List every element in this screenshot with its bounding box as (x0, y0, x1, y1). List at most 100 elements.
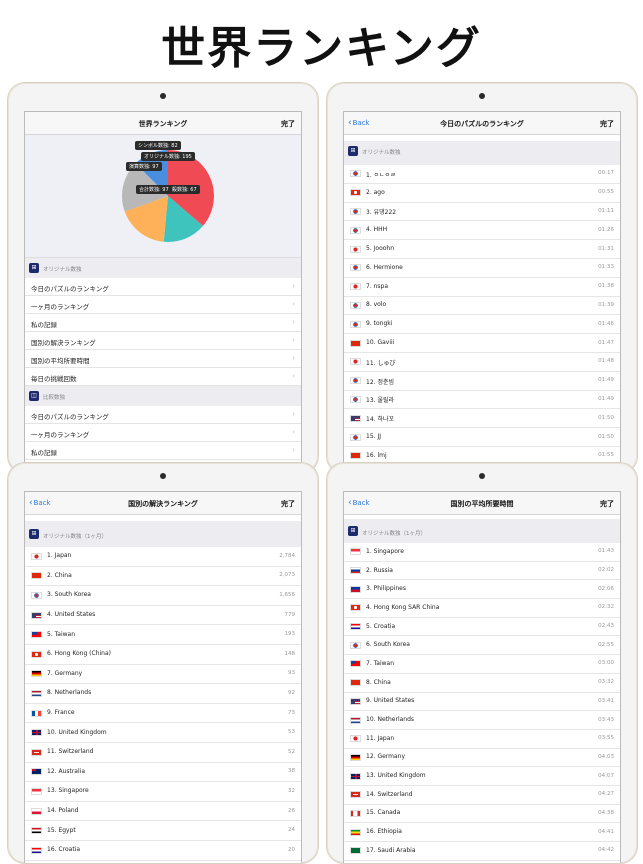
flag-icon (350, 548, 361, 556)
ranking-row[interactable]: 2. China 2,073 (25, 567, 301, 587)
section-header: ⊞ オリジナル数独（1ヶ月） (25, 521, 301, 547)
ranking-row[interactable]: 3. 유댕222 01:11 (344, 203, 620, 222)
ranking-row[interactable]: 11. しゅび 01:48 (344, 353, 620, 372)
ranking-name: 8. volo (366, 301, 387, 309)
ranking-row[interactable]: 15. JJ 01:50 (344, 428, 620, 447)
ranking-row[interactable]: 9. tongki 01:46 (344, 315, 620, 335)
ranking-row[interactable]: 6. Hermione 01:33 (344, 259, 620, 278)
ranking-value: 03:55 (598, 735, 614, 742)
flag-icon (31, 572, 42, 580)
ranking-name: 1. ㅇㄴㅇㄹ (366, 171, 396, 179)
flag-icon (350, 735, 361, 743)
ranking-row[interactable]: 12. Germany 04:03 (344, 749, 620, 768)
ranking-row[interactable]: 3. Philippines 02:06 (344, 580, 620, 600)
ranking-value: 04:42 (598, 847, 614, 854)
ranking-row[interactable]: 13. United Kingdom 04:07 (344, 767, 620, 786)
ranking-row[interactable]: 1. ㅇㄴㅇㄹ 00:17 (344, 165, 620, 184)
ranking-row[interactable]: 11. Switzerland 52 (25, 743, 301, 763)
ranking-row[interactable]: 7. Germany 93 (25, 665, 301, 685)
menu-item[interactable]: 一ヶ月のランキング › (25, 424, 301, 442)
ranking-row[interactable]: 6. South Korea 02:55 (344, 636, 620, 656)
flag-icon (31, 650, 42, 658)
ranking-name: 11. Japan (366, 734, 395, 742)
menu-item[interactable]: 今日のパズルのランキング › (25, 406, 301, 424)
section-header: ⊞ オリジナル数独 (344, 141, 620, 165)
ranking-row[interactable]: 10. Gaviii 01:47 (344, 334, 620, 353)
ranking-row[interactable]: 14. 하나꼬 01:50 (344, 409, 620, 429)
done-button[interactable]: 完了 (600, 119, 614, 129)
ranking-value: 52 (288, 748, 295, 755)
menu-list-original: 今日のパズルのランキング › 一ヶ月のランキング › 私の記録 › 国別の解決ランキング › 国… (25, 278, 301, 386)
flag-icon (31, 591, 42, 599)
done-button[interactable]: 完了 (600, 499, 614, 509)
ranking-row[interactable]: 4. Hong Kong SAR China 02:32 (344, 599, 620, 618)
ranking-row[interactable]: 15. Canada 04:38 (344, 805, 620, 824)
ranking-list: 1. Singapore 01:43 2. Russia 02:02 3. Philip… (344, 543, 620, 863)
ranking-row[interactable]: 14. Poland 26 (25, 802, 301, 822)
ranking-value: 02:02 (598, 567, 614, 574)
ranking-row[interactable]: 8. volo 01:39 (344, 297, 620, 316)
ranking-value: 1,656 (279, 591, 295, 598)
menu-item[interactable]: 一ヶ月のランキング › (25, 296, 301, 314)
ipad-frame-2: ‹Back 今日のパズルのランキング 完了 ⊞ オリジナル数独 1. ㅇㄴㅇㄹ 0… (326, 82, 638, 474)
ranking-row[interactable]: 12. 정춘빔 01:49 (344, 372, 620, 391)
ranking-row[interactable]: 5. Jooohn 01:31 (344, 240, 620, 259)
ranking-value: 04:41 (598, 828, 614, 835)
chevron-right-icon: › (292, 282, 295, 290)
ranking-row[interactable]: 10. United Kingdom 53 (25, 723, 301, 743)
menu-item[interactable]: 私の記録 › (25, 314, 301, 332)
ranking-row[interactable]: 12. Australia 38 (25, 763, 301, 783)
flag-icon (31, 787, 42, 795)
ranking-row[interactable]: 5. Croatia 02:43 (344, 618, 620, 637)
ranking-row[interactable]: 15. Egypt 24 (25, 821, 301, 841)
nav-title: 世界ランキング (138, 120, 188, 128)
ranking-row[interactable]: 2. Russia 02:02 (344, 562, 620, 581)
ranking-name: 15. Egypt (47, 826, 76, 834)
ranking-row[interactable]: 11. Japan 03:55 (344, 730, 620, 749)
menu-item[interactable]: 毎日の挑戦回数 › (25, 368, 301, 386)
flag-icon (350, 264, 361, 272)
menu-item-label: 国別の解決ランキング (31, 339, 96, 347)
menu-item[interactable]: 国別の平均所要時間 › (25, 350, 301, 368)
ranking-row[interactable]: 1. Singapore 01:43 (344, 543, 620, 562)
ranking-row[interactable]: 8. China 03:32 (344, 674, 620, 693)
ranking-row[interactable]: 13. Singapore 32 (25, 782, 301, 802)
ranking-row[interactable]: 3. South Korea 1,656 (25, 586, 301, 606)
ranking-row[interactable]: 2. ago 00:55 (344, 184, 620, 203)
ranking-name: 9. United States (366, 697, 415, 705)
ranking-value: 38 (288, 768, 295, 775)
flag-icon (350, 585, 361, 593)
ranking-row[interactable]: 17. Russia13 (25, 861, 301, 864)
ranking-row[interactable]: 10. Netherlands 03:43 (344, 711, 620, 730)
chevron-right-icon: › (292, 410, 295, 418)
ranking-name: 17. Saudi Arabia (366, 846, 416, 854)
ranking-value: 24 (288, 827, 295, 834)
menu-item[interactable]: 国別の解決ランキング › (25, 332, 301, 350)
ranking-row[interactable]: 4. United States 779 (25, 606, 301, 626)
ranking-value: 01:49 (598, 395, 614, 402)
menu-item[interactable]: 私の記録 › (25, 442, 301, 460)
ranking-row[interactable]: 14. Switzerland 04:27 (344, 786, 620, 805)
ranking-row[interactable]: 18. South Africa04:55 (344, 861, 620, 863)
flag-icon (350, 283, 361, 291)
ranking-row[interactable]: 16. Ethiopia 04:41 (344, 823, 620, 842)
ranking-name: 3. South Korea (47, 591, 91, 599)
ranking-row[interactable]: 8. Netherlands 92 (25, 684, 301, 704)
ranking-row[interactable]: 7. Taiwan 03:00 (344, 655, 620, 674)
ranking-row[interactable]: 1. Japan 2,784 (25, 547, 301, 567)
menu-item[interactable]: 今日のパズルのランキング › (25, 278, 301, 296)
ranking-name: 5. Croatia (366, 622, 396, 630)
ranking-row[interactable]: 6. Hong Kong (China) 148 (25, 645, 301, 665)
menu-item-label: 一ヶ月のランキング (31, 303, 90, 311)
flag-icon (350, 377, 361, 385)
ranking-row[interactable]: 5. Taiwan 193 (25, 625, 301, 645)
done-button[interactable]: 完了 (281, 499, 295, 509)
ranking-row[interactable]: 7. nspa 01:38 (344, 278, 620, 297)
screen-world-ranking: 世界ランキング 完了 シンボル数独: 82 オリジナル数独: 195 演算数独:… (24, 111, 302, 473)
ranking-value: 02:55 (598, 641, 614, 648)
ranking-row[interactable]: 4. HHH 01:26 (344, 221, 620, 241)
ranking-row[interactable]: 9. France 73 (25, 704, 301, 724)
ranking-row[interactable]: 9. United States 03:41 (344, 693, 620, 712)
done-button[interactable]: 完了 (281, 119, 295, 129)
ranking-row[interactable]: 13. 울릴라 01:49 (344, 391, 620, 410)
